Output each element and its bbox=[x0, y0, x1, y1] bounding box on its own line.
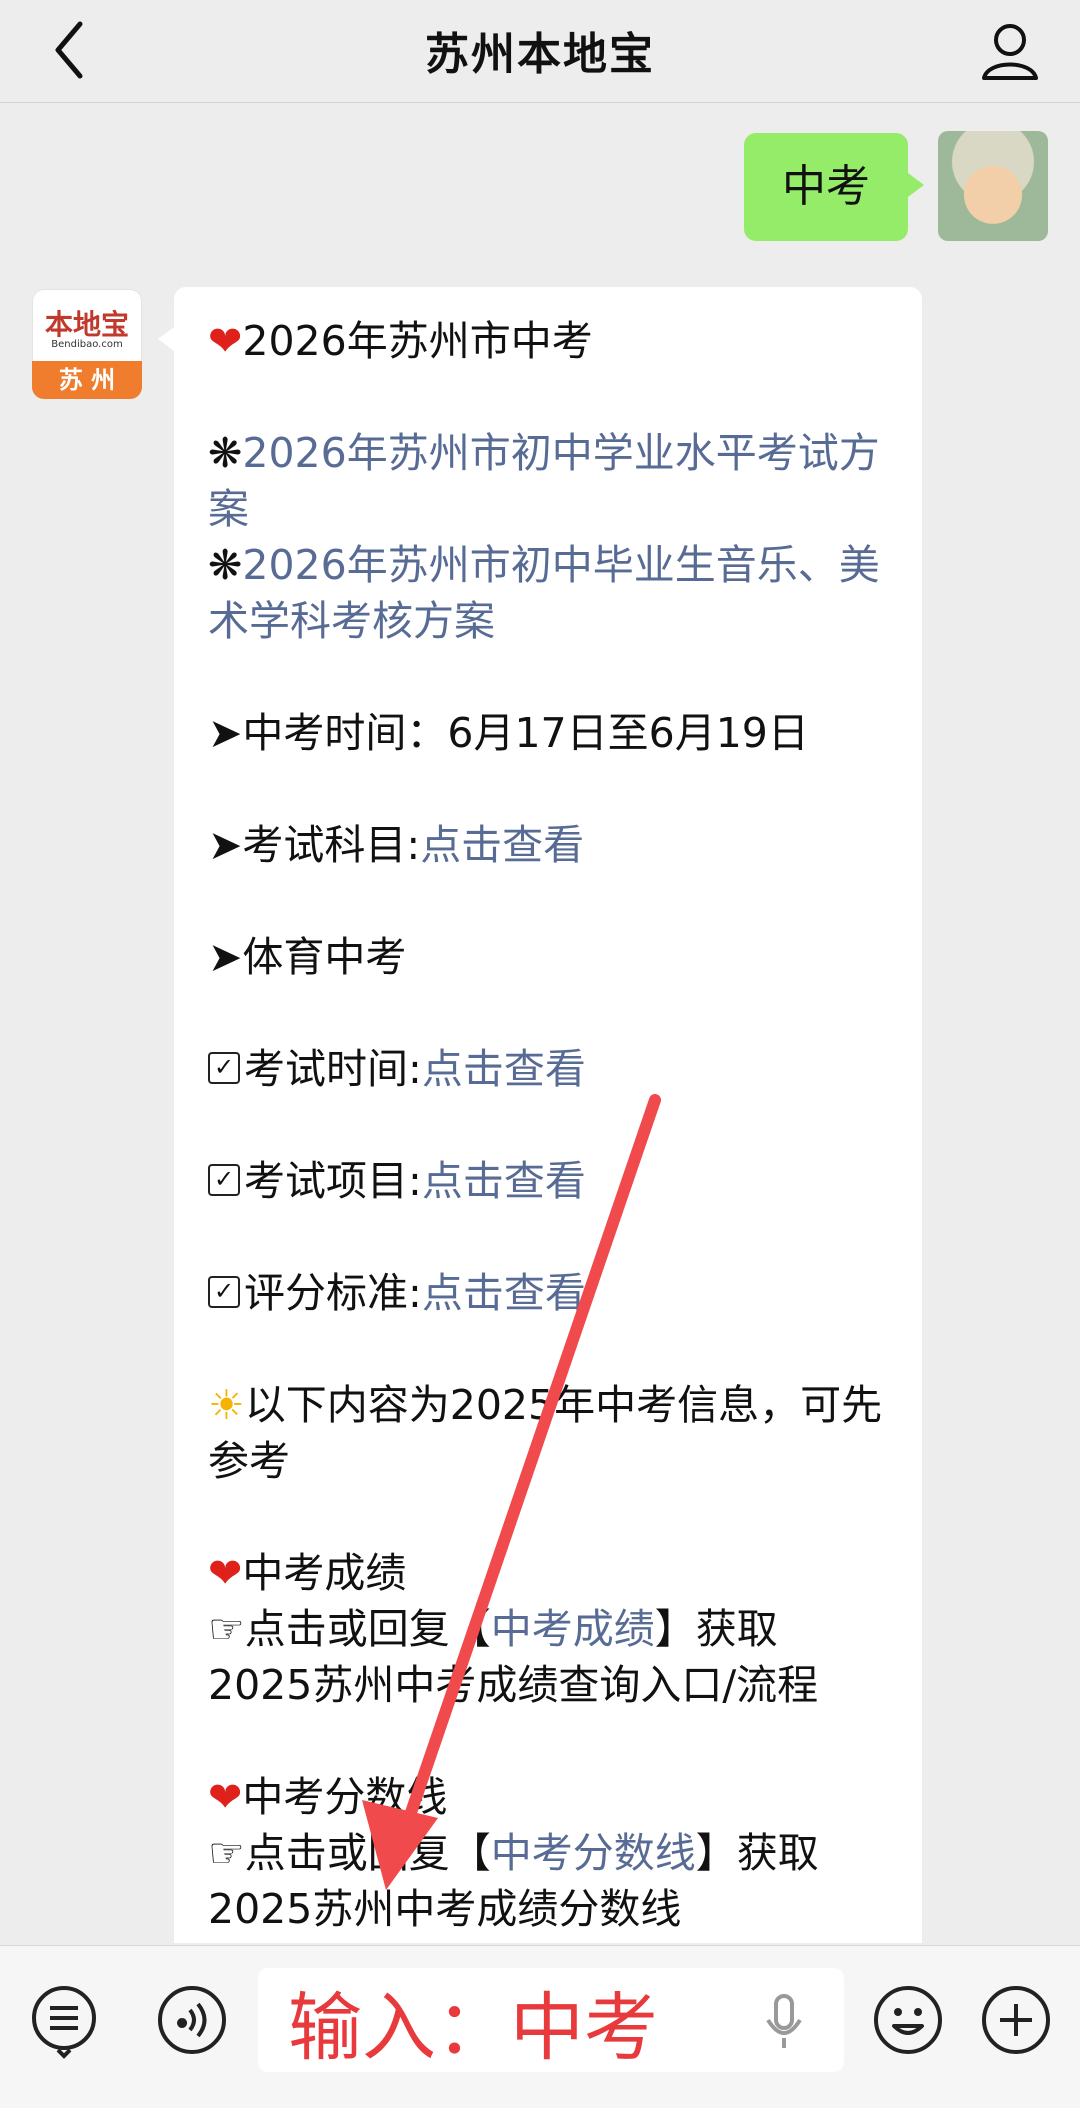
score-suffix: 】获取 bbox=[654, 1605, 778, 1653]
menu-button[interactable] bbox=[24, 1980, 104, 2060]
pe-score-label: 评分标准: bbox=[244, 1269, 422, 1317]
profile-button[interactable] bbox=[970, 12, 1050, 92]
pe-items-label: 考试项目: bbox=[244, 1157, 422, 1205]
cutoff-suffix: 】获取 bbox=[695, 1829, 819, 1877]
emoji-button[interactable] bbox=[868, 1980, 948, 2060]
bot-avatar[interactable]: 本地宝 Bendibao.com 苏 州 bbox=[32, 289, 142, 399]
pointing-hand-icon: ☞ bbox=[208, 1605, 245, 1653]
arrow-bullet-icon: ➤ bbox=[208, 821, 243, 869]
mic-icon[interactable] bbox=[764, 1994, 804, 2050]
my-message-row: 中考 bbox=[0, 131, 1080, 243]
asterisk-icon: ❋ bbox=[208, 429, 243, 477]
my-message-bubble[interactable]: 中考 bbox=[744, 133, 924, 241]
plus-icon bbox=[982, 1986, 1050, 2054]
my-avatar[interactable] bbox=[938, 131, 1048, 241]
brand-logo-url: Bendibao.com bbox=[51, 339, 123, 350]
chat-header: 苏州本地宝 bbox=[0, 0, 1080, 103]
input-annotation: 输入：中考 bbox=[288, 1985, 658, 2071]
cutoff-title: 中考分数线 bbox=[242, 1773, 448, 1821]
subjects-link[interactable]: 点击查看 bbox=[420, 821, 584, 869]
score-description: 2025苏州中考成绩查询入口/流程 bbox=[208, 1661, 819, 1709]
profile-icon bbox=[982, 24, 1038, 80]
more-button[interactable] bbox=[976, 1980, 1056, 2060]
pe-items-link[interactable]: 点击查看 bbox=[422, 1157, 586, 1205]
checkbox-icon: ✓ bbox=[208, 1276, 240, 1308]
cutoff-keyword-link[interactable]: 中考分数线 bbox=[491, 1829, 696, 1877]
checkbox-icon: ✓ bbox=[208, 1164, 240, 1196]
voice-button[interactable] bbox=[152, 1980, 232, 2060]
exam-time-text: 中考时间：6月17日至6月19日 bbox=[242, 709, 809, 757]
heart-icon: ❤ bbox=[208, 317, 243, 365]
arrow-bullet-icon: ➤ bbox=[208, 709, 243, 757]
heart-icon: ❤ bbox=[208, 1549, 243, 1597]
pe-score-link[interactable]: 点击查看 bbox=[422, 1269, 586, 1317]
exam-plan-link[interactable]: 2026年苏州市初中学业水平考试方案 bbox=[208, 429, 880, 533]
message-input[interactable]: 输入：中考 bbox=[258, 1968, 844, 2072]
notice-text: 以下内容为2025年中考信息，可先参考 bbox=[208, 1381, 883, 1485]
message-title: 2026年苏州市中考 bbox=[242, 317, 593, 365]
cutoff-description: 2025苏州中考成绩分数线 bbox=[208, 1885, 682, 1933]
chat-area[interactable]: 中考 本地宝 Bendibao.com 苏 州 ❤2026年苏州市中考 ❋202… bbox=[0, 103, 1080, 1943]
art-music-plan-link[interactable]: 2026年苏州市初中毕业生音乐、美术学科考核方案 bbox=[208, 541, 880, 645]
cutoff-prefix: 点击或回复【 bbox=[244, 1829, 491, 1877]
heart-icon: ❤ bbox=[208, 1773, 243, 1821]
subjects-label: 考试科目: bbox=[242, 821, 421, 869]
pointing-hand-icon: ☞ bbox=[208, 1829, 245, 1877]
emoji-icon bbox=[874, 1986, 942, 2054]
score-keyword-link[interactable]: 中考成绩 bbox=[491, 1605, 655, 1653]
page-title: 苏州本地宝 bbox=[425, 29, 655, 80]
asterisk-icon: ❋ bbox=[208, 541, 243, 589]
checkbox-icon: ✓ bbox=[208, 1052, 240, 1084]
pe-exam-label: 体育中考 bbox=[242, 933, 407, 981]
arrow-bullet-icon: ➤ bbox=[208, 933, 243, 981]
menu-icon bbox=[32, 1986, 96, 2059]
pe-time-link[interactable]: 点击查看 bbox=[422, 1045, 586, 1093]
brand-logo-text: 本地宝 bbox=[44, 308, 129, 341]
score-title: 中考成绩 bbox=[242, 1549, 407, 1597]
pe-time-label: 考试时间: bbox=[244, 1045, 422, 1093]
score-prefix: 点击或回复【 bbox=[244, 1605, 491, 1653]
voice-icon bbox=[158, 1986, 226, 2054]
brand-logo-city: 苏 州 bbox=[32, 361, 142, 399]
bot-message-bubble: ❤2026年苏州市中考 ❋2026年苏州市初中学业水平考试方案 ❋2026年苏州… bbox=[158, 287, 922, 1943]
sun-icon: ☀ bbox=[208, 1381, 245, 1429]
input-toolbar: 输入：中考 bbox=[0, 1945, 1080, 2108]
